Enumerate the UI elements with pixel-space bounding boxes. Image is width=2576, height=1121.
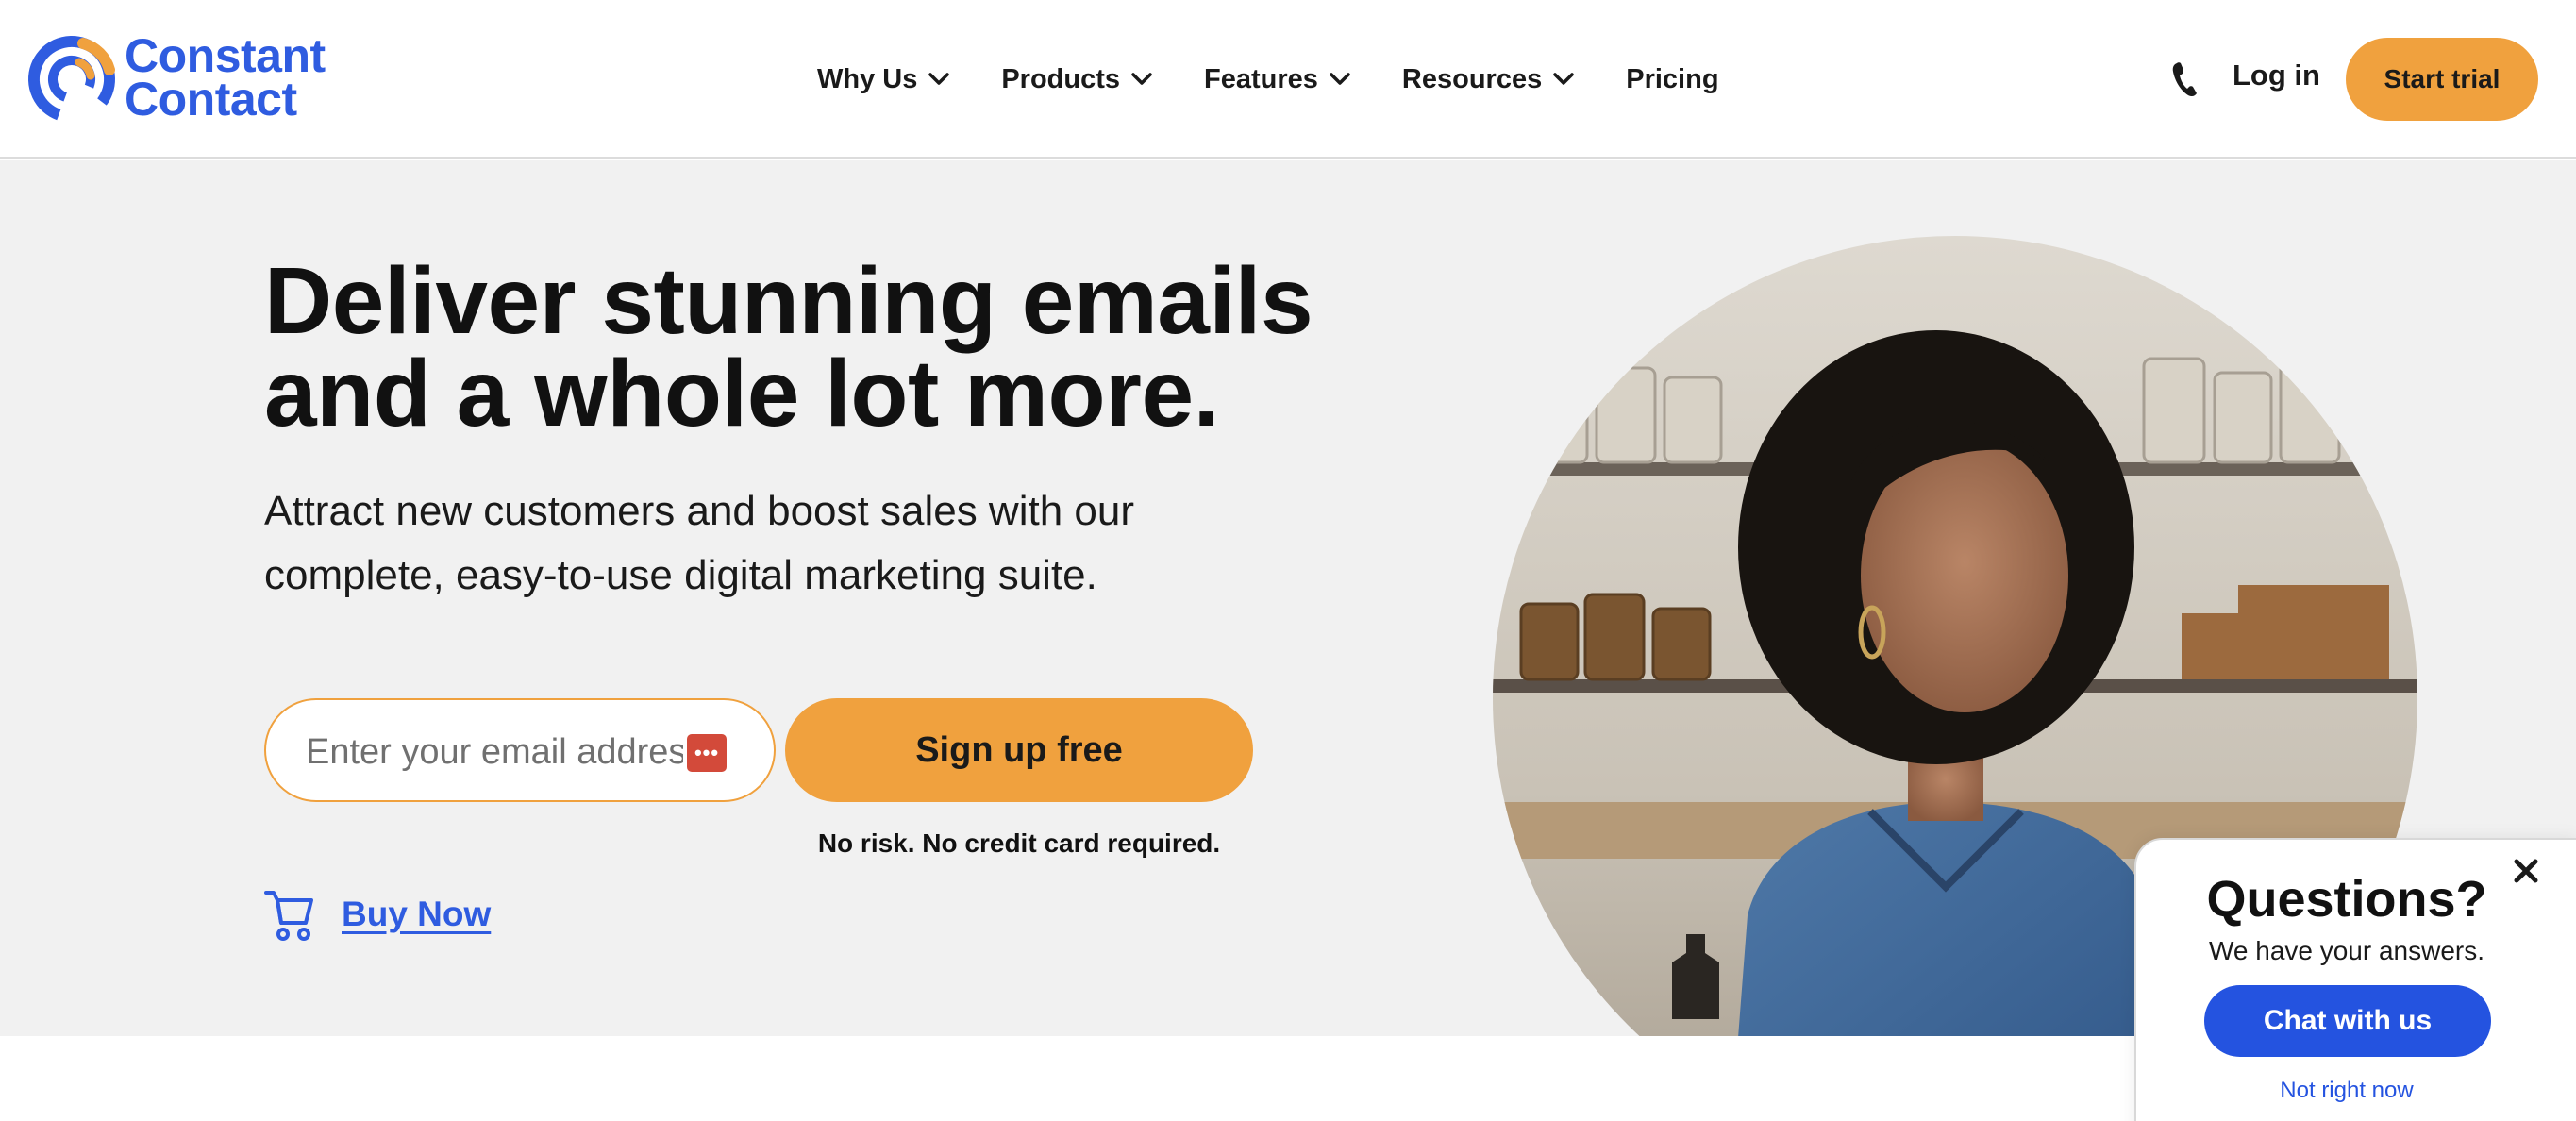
nav-item-label: Features — [1204, 63, 1318, 94]
login-link[interactable]: Log in — [2233, 59, 2320, 92]
main-nav: Why Us Products Features Resources Prici… — [817, 57, 1719, 102]
chevron-down-icon — [1330, 73, 1350, 85]
constant-contact-logo[interactable]: Constant Contact — [26, 29, 338, 125]
nav-item-label: Why Us — [817, 63, 918, 94]
nav-item-why-us[interactable]: Why Us — [817, 63, 950, 95]
logo-mark-icon — [28, 36, 115, 123]
nav-item-products[interactable]: Products — [1001, 64, 1152, 95]
logo-word-1: Constant — [125, 29, 326, 82]
chat-with-us-button[interactable]: Chat with us — [2204, 985, 2491, 1057]
not-right-now-link[interactable]: Not right now — [2136, 1078, 2557, 1104]
nav-item-pricing[interactable]: Pricing — [1626, 64, 1718, 95]
chat-widget-title: Questions? — [2206, 871, 2487, 928]
phone-icon[interactable] — [2170, 60, 2199, 98]
chevron-down-icon — [1131, 73, 1152, 85]
chevron-down-icon — [928, 73, 950, 85]
nav-item-features[interactable]: Features — [1204, 64, 1350, 95]
nav-item-resources[interactable]: Resources — [1402, 64, 1574, 95]
start-trial-button[interactable]: Start trial — [2346, 38, 2538, 121]
chevron-down-icon — [1553, 73, 1574, 85]
chat-widget: Questions? We have your answers. Chat wi… — [2134, 838, 2576, 1121]
site-header: Constant Contact Why Us Products Feature… — [0, 0, 2576, 159]
nav-item-label: Products — [1001, 63, 1121, 94]
logo-wordmark: Constant Contact — [125, 29, 326, 125]
nav-item-label: Pricing — [1626, 63, 1719, 94]
chat-widget-subtitle: We have your answers. — [2208, 936, 2485, 965]
logo-word-2: Contact — [125, 73, 297, 125]
nav-item-label: Resources — [1401, 63, 1543, 94]
